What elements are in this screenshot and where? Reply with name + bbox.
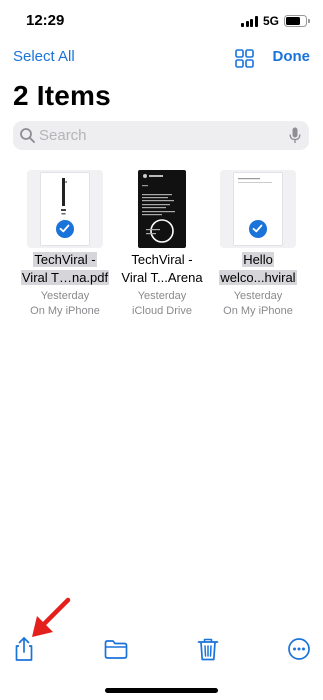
move-button[interactable]	[102, 635, 130, 663]
select-all-button[interactable]: Select All	[13, 48, 75, 65]
done-button[interactable]: Done	[273, 48, 311, 65]
file-item[interactable]: Hello welco...hviral Yesterday On My iPho…	[213, 170, 303, 319]
search-bar[interactable]	[13, 121, 309, 150]
status-bar: 12:29 5G	[0, 0, 323, 44]
network-label: 5G	[262, 14, 279, 28]
battery-icon	[284, 15, 310, 27]
status-indicators: 5G	[241, 14, 310, 28]
trash-icon	[197, 638, 219, 661]
microphone-icon[interactable]	[289, 127, 301, 144]
page-title: 2 Items	[13, 80, 111, 111]
share-button[interactable]	[10, 635, 38, 663]
file-name: TechViral - Viral T…na.pdf	[20, 252, 110, 285]
home-indicator[interactable]	[105, 688, 218, 693]
file-thumbnail	[138, 170, 186, 248]
file-date: Yesterday	[137, 290, 187, 302]
bottom-toolbar	[0, 635, 323, 675]
file-item[interactable]: TechViral - Viral T...Arena Yesterday iCl…	[117, 170, 207, 319]
file-date: Yesterday	[233, 290, 283, 302]
share-icon	[15, 637, 33, 661]
selected-checkmark-icon	[248, 219, 268, 239]
signal-icon	[241, 15, 258, 27]
file-location: iCloud Drive	[132, 305, 192, 317]
file-name: TechViral - Viral T...Arena	[121, 252, 203, 285]
folder-icon	[104, 640, 128, 659]
grid-icon[interactable]	[235, 49, 254, 68]
search-icon	[20, 128, 35, 143]
file-location: On My iPhone	[30, 305, 100, 317]
more-button[interactable]	[285, 635, 313, 663]
screenshot-preview	[138, 170, 186, 248]
status-time: 12:29	[26, 12, 65, 29]
selected-checkmark-icon	[55, 219, 75, 239]
file-date: Yesterday	[40, 290, 90, 302]
file-name: Hello welco...hviral	[219, 252, 297, 285]
file-item[interactable]: TechViral - Viral T…na.pdf Yesterday On M…	[20, 170, 110, 319]
file-thumbnail	[27, 170, 103, 248]
more-icon	[288, 638, 310, 660]
file-location: On My iPhone	[223, 305, 293, 317]
delete-button[interactable]	[194, 635, 222, 663]
search-input[interactable]	[39, 121, 279, 150]
file-thumbnail	[220, 170, 296, 248]
